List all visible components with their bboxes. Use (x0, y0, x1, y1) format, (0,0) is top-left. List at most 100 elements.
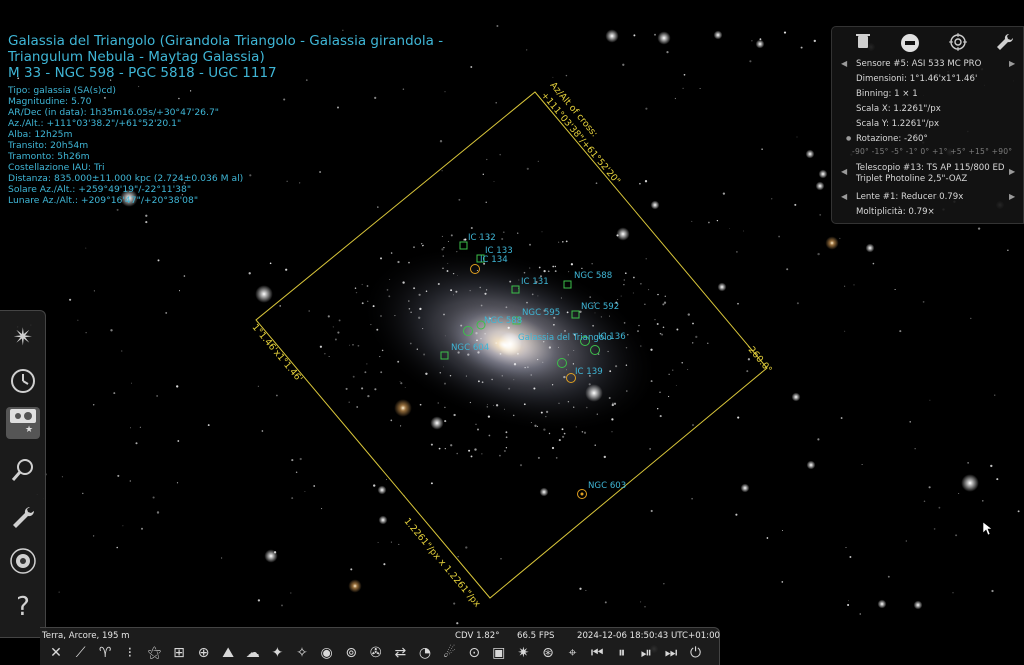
mount-mode-icon[interactable]: ✧ (292, 642, 312, 664)
star (657, 408, 659, 410)
satellites-icon[interactable]: ⊚ (341, 642, 361, 664)
sensor-row[interactable]: ◀ Sensore #5: ASI 533 MC PRO ▶ (832, 58, 1024, 70)
exoplanets-icon[interactable]: ◔ (415, 642, 435, 664)
settings-icon[interactable] (6, 505, 40, 537)
quit-icon[interactable]: ⏻ (686, 642, 706, 664)
ground-icon[interactable]: ⊞ (169, 642, 189, 664)
star (332, 326, 334, 328)
star (177, 440, 180, 442)
sensor-icon[interactable]: ⊛ (538, 642, 558, 664)
sky-label[interactable]: NGC 592 (581, 302, 619, 312)
crosshair-icon[interactable] (947, 33, 969, 55)
star (579, 587, 582, 590)
star (505, 306, 508, 309)
star (562, 435, 565, 438)
night-mode-icon[interactable]: ✇ (366, 642, 386, 664)
rewind-icon[interactable]: ⏮ (587, 642, 607, 664)
star (543, 269, 546, 273)
lens-multiplier: Moltiplicità: 0.79× (856, 207, 935, 217)
azimuthal-grid-icon[interactable]: ⚝ (144, 642, 164, 664)
ocular-view-icon[interactable]: ▣ (489, 642, 509, 664)
star (334, 338, 337, 341)
star (929, 399, 931, 401)
atmosphere-icon[interactable]: ⊕ (194, 642, 214, 664)
center-object-icon[interactable]: ◉ (317, 642, 337, 664)
star (389, 278, 391, 280)
star (92, 535, 95, 537)
bright-star (394, 399, 412, 417)
star (452, 294, 455, 296)
star (156, 395, 158, 397)
bright-star (539, 487, 549, 497)
sky-label[interactable]: NGC 595 (522, 308, 560, 318)
sky-label[interactable]: NGC 603 (588, 481, 626, 491)
search-icon[interactable] (6, 457, 40, 489)
star (152, 496, 155, 499)
star (394, 315, 396, 317)
rotation-steps[interactable]: -90° -15° -5° -1° 0° +1° +5° +15° +90° (852, 147, 1012, 156)
star (379, 257, 383, 260)
sky-label[interactable]: NGC 588 (484, 316, 522, 326)
star (376, 328, 379, 331)
star (817, 438, 820, 441)
star (645, 107, 648, 110)
sensor-binning: Binning: 1 × 1 (856, 89, 918, 99)
sky-label[interactable]: NGC 604 (451, 343, 489, 353)
now-icon[interactable]: ⏯ (636, 642, 656, 664)
astro-calc-icon[interactable] (6, 547, 40, 579)
bright-star (616, 227, 630, 241)
sky-label[interactable]: IC 139 (575, 367, 603, 377)
star (794, 203, 797, 206)
bright-star (865, 243, 875, 253)
star (531, 293, 534, 296)
star (361, 387, 364, 390)
star (157, 259, 160, 262)
cardinal-points-icon[interactable]: ⛰ (218, 642, 238, 664)
constellation-art-icon[interactable]: ♈ (95, 642, 115, 664)
sky-label[interactable]: IC 131 (521, 277, 549, 287)
constellation-labels-icon[interactable]: ⟋ (71, 642, 91, 664)
meteor-showers-icon[interactable]: ☄ (440, 642, 460, 664)
nebulae-icon[interactable]: ☁ (243, 642, 263, 664)
telescope-icon[interactable]: ✷ (513, 642, 533, 664)
time-icon[interactable] (6, 367, 40, 399)
datetime-status[interactable]: 2024-12-06 18:50:43 UTC+01:00 (577, 631, 720, 641)
star (304, 490, 306, 493)
equatorial-grid-icon[interactable]: ⁝ (120, 642, 140, 664)
next-sensor-icon[interactable]: ▶ (1009, 58, 1015, 70)
star (933, 528, 936, 530)
star (402, 281, 405, 284)
lens-row[interactable]: ◀ Lente #1: Reducer 0.79x ▶ (832, 191, 1024, 203)
sensor-rotation: ● Rotazione: -260° (846, 134, 928, 144)
wrench-icon[interactable] (994, 33, 1016, 55)
telrad-icon[interactable]: ⌖ (563, 642, 583, 664)
prev-lens-icon[interactable]: ◀ (841, 191, 847, 203)
star (682, 87, 684, 90)
location-status[interactable]: Terra, Arcore, 195 m (42, 631, 130, 641)
star (468, 449, 471, 452)
sky-label[interactable]: IC 136 (598, 332, 626, 342)
constellation-lines-icon[interactable]: ✕ (46, 642, 66, 664)
trash-icon[interactable] (852, 33, 874, 55)
star (501, 237, 504, 241)
star (444, 91, 446, 93)
fullscreen-icon[interactable]: ⇄ (390, 642, 410, 664)
help-icon[interactable]: ? (6, 591, 40, 623)
prev-sensor-icon[interactable]: ◀ (841, 58, 847, 70)
ccd-toggle-icon[interactable] (899, 33, 921, 55)
sky-label[interactable]: IC 132 (468, 233, 496, 243)
sky-display-icon[interactable]: ★ (6, 407, 40, 439)
star (517, 232, 519, 234)
sky-label[interactable]: IC 134 (480, 255, 508, 265)
sky-label[interactable]: NGC 588 (574, 271, 612, 281)
sky-lore-icon[interactable]: ✴ (6, 321, 40, 353)
star (681, 362, 683, 364)
star (672, 369, 674, 371)
forward-icon[interactable]: ⏭ (661, 642, 681, 664)
star (291, 459, 294, 462)
star (450, 289, 453, 292)
oculars-icon[interactable]: ⊙ (464, 642, 484, 664)
planet-labels-icon[interactable]: ✦ (267, 642, 287, 664)
play-icon[interactable]: ⏸ (612, 642, 632, 664)
next-lens-icon[interactable]: ▶ (1009, 191, 1015, 203)
